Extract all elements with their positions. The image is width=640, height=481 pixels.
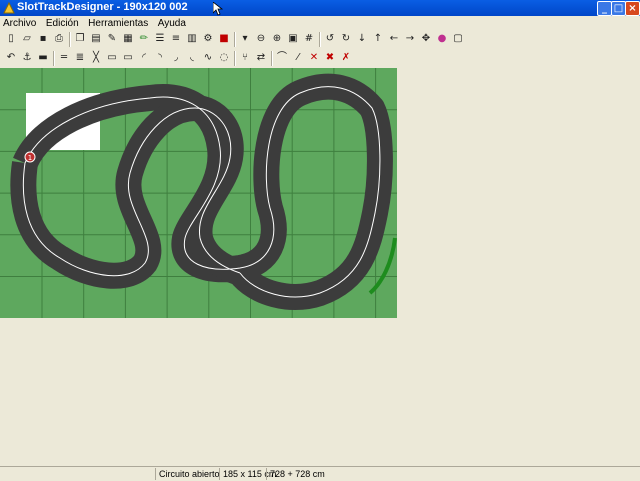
- toolbar-separator: [234, 51, 236, 66]
- menu-ayuda[interactable]: Ayuda: [155, 17, 189, 31]
- branch-icon[interactable]: ⑂: [238, 51, 252, 65]
- pit-icon[interactable]: ▭: [105, 51, 119, 65]
- barrier-icon[interactable]: ▬: [36, 51, 50, 65]
- border-icon[interactable]: ▭: [121, 51, 135, 65]
- toolbar-separator: [319, 32, 321, 47]
- rotate-right-icon[interactable]: ↻: [339, 32, 353, 46]
- window-title: SlotTrackDesigner - 190x120 002: [17, 1, 188, 13]
- layers-icon[interactable]: ≡: [169, 32, 183, 46]
- track-toolbar: ↶ ⚓ ▬ ═ ≣ ╳ ▭ ▭ ◜ ◝ ◞ ◟ ∿ ◌ ⑂ ⇄ ⌒ ⁄ ✕ ✖ ✗: [0, 49, 640, 68]
- stack-icon[interactable]: ▥: [185, 32, 199, 46]
- title-bar: SlotTrackDesigner - 190x120 002 _ □ ×: [0, 0, 640, 16]
- copy-icon[interactable]: ❐: [73, 32, 87, 46]
- status-empty: [0, 468, 153, 480]
- list-icon[interactable]: ☰: [153, 32, 167, 46]
- minimize-button[interactable]: _: [597, 1, 612, 16]
- mouse-cursor-icon: [213, 2, 223, 16]
- status-length: 728 + 728 cm: [266, 468, 330, 480]
- curve-small-icon[interactable]: ⌒: [275, 51, 289, 65]
- rotate-left-icon[interactable]: ↺: [323, 32, 337, 46]
- close-button[interactable]: ×: [625, 1, 640, 16]
- loop-icon[interactable]: ◌: [217, 51, 231, 65]
- arrow-up-icon[interactable]: ↑: [371, 32, 385, 46]
- pencil-icon[interactable]: ✏: [137, 32, 151, 46]
- menu-herramientas[interactable]: Herramientas: [85, 17, 151, 31]
- canvas-area[interactable]: 1: [0, 68, 640, 466]
- toolbar-separator: [69, 32, 71, 47]
- menu-edicion[interactable]: Edición: [43, 17, 82, 31]
- status-circuit: Circuito abierto: [155, 468, 220, 480]
- crossover-icon[interactable]: ╳: [89, 51, 103, 65]
- delete-all-icon[interactable]: ✖: [323, 51, 337, 65]
- status-size: 185 x 115 cm: [219, 468, 276, 480]
- delete-icon[interactable]: ✕: [307, 51, 321, 65]
- arrow-left-icon[interactable]: ←: [387, 32, 401, 46]
- toolbar-separator: [271, 51, 273, 66]
- palette-icon[interactable]: ●: [435, 32, 449, 46]
- zoom-fit-icon[interactable]: ▣: [286, 32, 300, 46]
- chicane-icon[interactable]: ∿: [201, 51, 215, 65]
- doc-icon[interactable]: ▤: [89, 32, 103, 46]
- delete-section-icon[interactable]: ✗: [339, 51, 353, 65]
- page-icon[interactable]: ▦: [121, 32, 135, 46]
- new-icon[interactable]: ▯: [4, 32, 18, 46]
- menu-archivo[interactable]: Archivo: [0, 17, 39, 31]
- zoom-out-icon[interactable]: ⊖: [254, 32, 268, 46]
- tools-icon[interactable]: ✎: [105, 32, 119, 46]
- double-straight-icon[interactable]: ≣: [73, 51, 87, 65]
- ramp-icon[interactable]: ⁄: [291, 51, 305, 65]
- status-bar: Circuito abierto 185 x 115 cm 728 + 728 …: [0, 466, 640, 481]
- anchor-icon[interactable]: ⚓: [20, 51, 34, 65]
- app-icon: [3, 2, 15, 14]
- arrow-down-icon[interactable]: ↓: [355, 32, 369, 46]
- dropdown-icon[interactable]: ▾: [238, 32, 252, 46]
- curve-icon[interactable]: ◜: [137, 51, 151, 65]
- zoom-in-icon[interactable]: ⊕: [270, 32, 284, 46]
- curve2-icon[interactable]: ◝: [153, 51, 167, 65]
- save-icon[interactable]: ▪: [36, 32, 50, 46]
- settings-icon[interactable]: ⚙: [201, 32, 215, 46]
- main-toolbar: ▯ ▱ ▪ ⎙ ❐ ▤ ✎ ▦ ✏ ☰ ≡ ▥ ⚙ ■ ▾ ⊖ ⊕ ▣ # ↺ ↻ ↓ ↑ ← → ✥ ● ▢: [0, 30, 640, 49]
- start-label: 1: [28, 154, 32, 162]
- open-icon[interactable]: ▱: [20, 32, 34, 46]
- undo-icon[interactable]: ↶: [4, 51, 18, 65]
- move-icon[interactable]: ✥: [419, 32, 433, 46]
- menu-bar: Archivo Edición Herramientas Ayuda: [0, 16, 640, 30]
- select-icon[interactable]: ▢: [451, 32, 465, 46]
- arrow-right-icon[interactable]: →: [403, 32, 417, 46]
- track-board[interactable]: 1: [0, 68, 397, 318]
- toolbar-separator: [53, 51, 55, 66]
- lane-change-icon[interactable]: ⇄: [254, 51, 268, 65]
- print-icon[interactable]: ⎙: [52, 32, 66, 46]
- color-icon[interactable]: ■: [217, 32, 231, 46]
- straight-icon[interactable]: ═: [57, 51, 71, 65]
- maximize-button[interactable]: □: [611, 1, 626, 16]
- toolbar-separator: [234, 32, 236, 47]
- grid-icon[interactable]: #: [302, 32, 316, 46]
- curve4-icon[interactable]: ◟: [185, 51, 199, 65]
- curve3-icon[interactable]: ◞: [169, 51, 183, 65]
